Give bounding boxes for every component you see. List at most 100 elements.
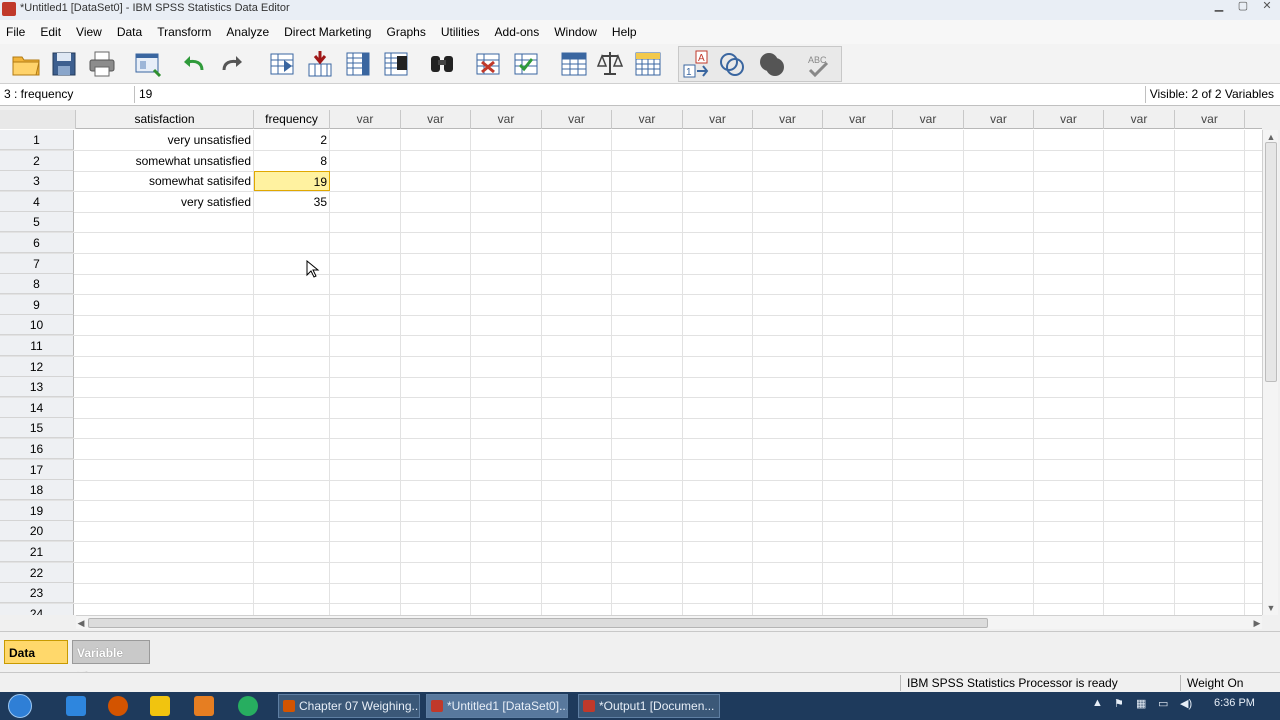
cell-empty[interactable] bbox=[542, 377, 612, 398]
redo-icon[interactable] bbox=[216, 48, 248, 80]
cell-empty[interactable] bbox=[823, 418, 893, 439]
cell-empty[interactable] bbox=[471, 480, 542, 501]
cell-empty[interactable] bbox=[330, 542, 401, 562]
cell-satisfaction[interactable] bbox=[76, 212, 254, 233]
open-icon[interactable] bbox=[10, 48, 42, 80]
cell-empty[interactable] bbox=[330, 397, 401, 418]
column-header-var[interactable]: var bbox=[683, 110, 753, 129]
cell-empty[interactable] bbox=[471, 294, 542, 315]
cell-empty[interactable] bbox=[471, 150, 542, 171]
cell-empty[interactable] bbox=[612, 171, 683, 192]
cell-empty[interactable] bbox=[964, 212, 1034, 233]
cell-empty[interactable] bbox=[471, 459, 542, 480]
column-header-var[interactable]: var bbox=[964, 110, 1034, 129]
cell-empty[interactable] bbox=[823, 336, 893, 356]
spell-check-icon[interactable]: ABC bbox=[802, 48, 834, 80]
cell-empty[interactable] bbox=[401, 253, 471, 274]
row-number[interactable]: 13 bbox=[0, 377, 74, 398]
cell-empty[interactable] bbox=[753, 253, 823, 274]
cell-empty[interactable] bbox=[1034, 150, 1104, 171]
row-number[interactable]: 1 bbox=[0, 130, 74, 150]
selected-cell[interactable]: 19 bbox=[254, 171, 330, 192]
cell-empty[interactable] bbox=[471, 191, 542, 212]
row-number[interactable]: 21 bbox=[0, 542, 74, 562]
cell-empty[interactable] bbox=[753, 336, 823, 356]
cell-empty[interactable] bbox=[1034, 480, 1104, 501]
cell-empty[interactable] bbox=[330, 171, 401, 192]
clock[interactable]: 6:36 PM bbox=[1214, 697, 1255, 709]
row-number[interactable]: 22 bbox=[0, 562, 74, 583]
cell-empty[interactable] bbox=[330, 459, 401, 480]
cell-empty[interactable] bbox=[1104, 233, 1175, 253]
dialog-recall-icon[interactable] bbox=[132, 48, 164, 80]
cell-empty[interactable] bbox=[1175, 150, 1245, 171]
cell-frequency[interactable] bbox=[254, 377, 330, 398]
cell-empty[interactable] bbox=[330, 480, 401, 501]
cell-frequency[interactable] bbox=[254, 212, 330, 233]
scroll-up-icon[interactable]: ▲ bbox=[1266, 132, 1276, 142]
cell-empty[interactable] bbox=[471, 583, 542, 604]
cell-empty[interactable] bbox=[1175, 480, 1245, 501]
cell-empty[interactable] bbox=[542, 603, 612, 615]
cell-empty[interactable] bbox=[471, 521, 542, 542]
cell-empty[interactable] bbox=[471, 603, 542, 615]
cell-empty[interactable] bbox=[1104, 294, 1175, 315]
cell-empty[interactable] bbox=[401, 583, 471, 604]
cell-frequency[interactable] bbox=[254, 583, 330, 604]
cell-empty[interactable] bbox=[1104, 274, 1175, 295]
cell-empty[interactable] bbox=[330, 191, 401, 212]
cell-frequency[interactable] bbox=[254, 500, 330, 521]
media-player-icon[interactable] bbox=[194, 696, 214, 716]
task-output[interactable]: *Output1 [Documen... bbox=[578, 694, 720, 718]
cell-empty[interactable] bbox=[542, 150, 612, 171]
cell-empty[interactable] bbox=[683, 233, 753, 253]
cell-satisfaction[interactable] bbox=[76, 253, 254, 274]
cell-empty[interactable] bbox=[893, 191, 964, 212]
cell-satisfaction[interactable] bbox=[76, 603, 254, 615]
column-header-var[interactable]: var bbox=[401, 110, 471, 129]
cell-empty[interactable] bbox=[542, 191, 612, 212]
cell-empty[interactable] bbox=[893, 315, 964, 336]
cell-empty[interactable] bbox=[893, 130, 964, 150]
row-number[interactable]: 7 bbox=[0, 253, 74, 274]
cell-empty[interactable] bbox=[964, 521, 1034, 542]
cell-empty[interactable] bbox=[542, 294, 612, 315]
ie-icon[interactable] bbox=[66, 696, 86, 716]
cell-empty[interactable] bbox=[542, 500, 612, 521]
row-number[interactable]: 23 bbox=[0, 583, 74, 604]
cell-empty[interactable] bbox=[330, 233, 401, 253]
cell-empty[interactable] bbox=[612, 439, 683, 459]
cell-empty[interactable] bbox=[1034, 253, 1104, 274]
cell-empty[interactable] bbox=[823, 356, 893, 377]
cell-empty[interactable] bbox=[753, 603, 823, 615]
cell-empty[interactable] bbox=[753, 377, 823, 398]
cell-empty[interactable] bbox=[893, 336, 964, 356]
use-sets-icon[interactable] bbox=[716, 48, 748, 80]
row-number[interactable]: 3 bbox=[0, 171, 74, 192]
cell-satisfaction[interactable] bbox=[76, 397, 254, 418]
cell-empty[interactable] bbox=[612, 294, 683, 315]
cell-empty[interactable] bbox=[683, 294, 753, 315]
cell-empty[interactable] bbox=[1034, 356, 1104, 377]
cell-empty[interactable] bbox=[612, 480, 683, 501]
cell-satisfaction[interactable] bbox=[76, 583, 254, 604]
column-header-var[interactable]: var bbox=[612, 110, 683, 129]
cell-empty[interactable] bbox=[330, 315, 401, 336]
cell-frequency[interactable] bbox=[254, 336, 330, 356]
cell-empty[interactable] bbox=[893, 459, 964, 480]
cell-empty[interactable] bbox=[1175, 397, 1245, 418]
cell-empty[interactable] bbox=[612, 274, 683, 295]
cell-satisfaction[interactable] bbox=[76, 315, 254, 336]
cell-empty[interactable] bbox=[893, 542, 964, 562]
cell-empty[interactable] bbox=[401, 418, 471, 439]
menu-view[interactable]: View bbox=[76, 25, 102, 39]
cell-empty[interactable] bbox=[823, 397, 893, 418]
cell-empty[interactable] bbox=[1104, 191, 1175, 212]
cell-empty[interactable] bbox=[330, 377, 401, 398]
cell-empty[interactable] bbox=[753, 191, 823, 212]
cell-empty[interactable] bbox=[401, 603, 471, 615]
cell-empty[interactable] bbox=[1175, 253, 1245, 274]
row-number[interactable]: 24 bbox=[0, 603, 74, 615]
variables-icon[interactable] bbox=[342, 48, 374, 80]
print-icon[interactable] bbox=[86, 48, 118, 80]
